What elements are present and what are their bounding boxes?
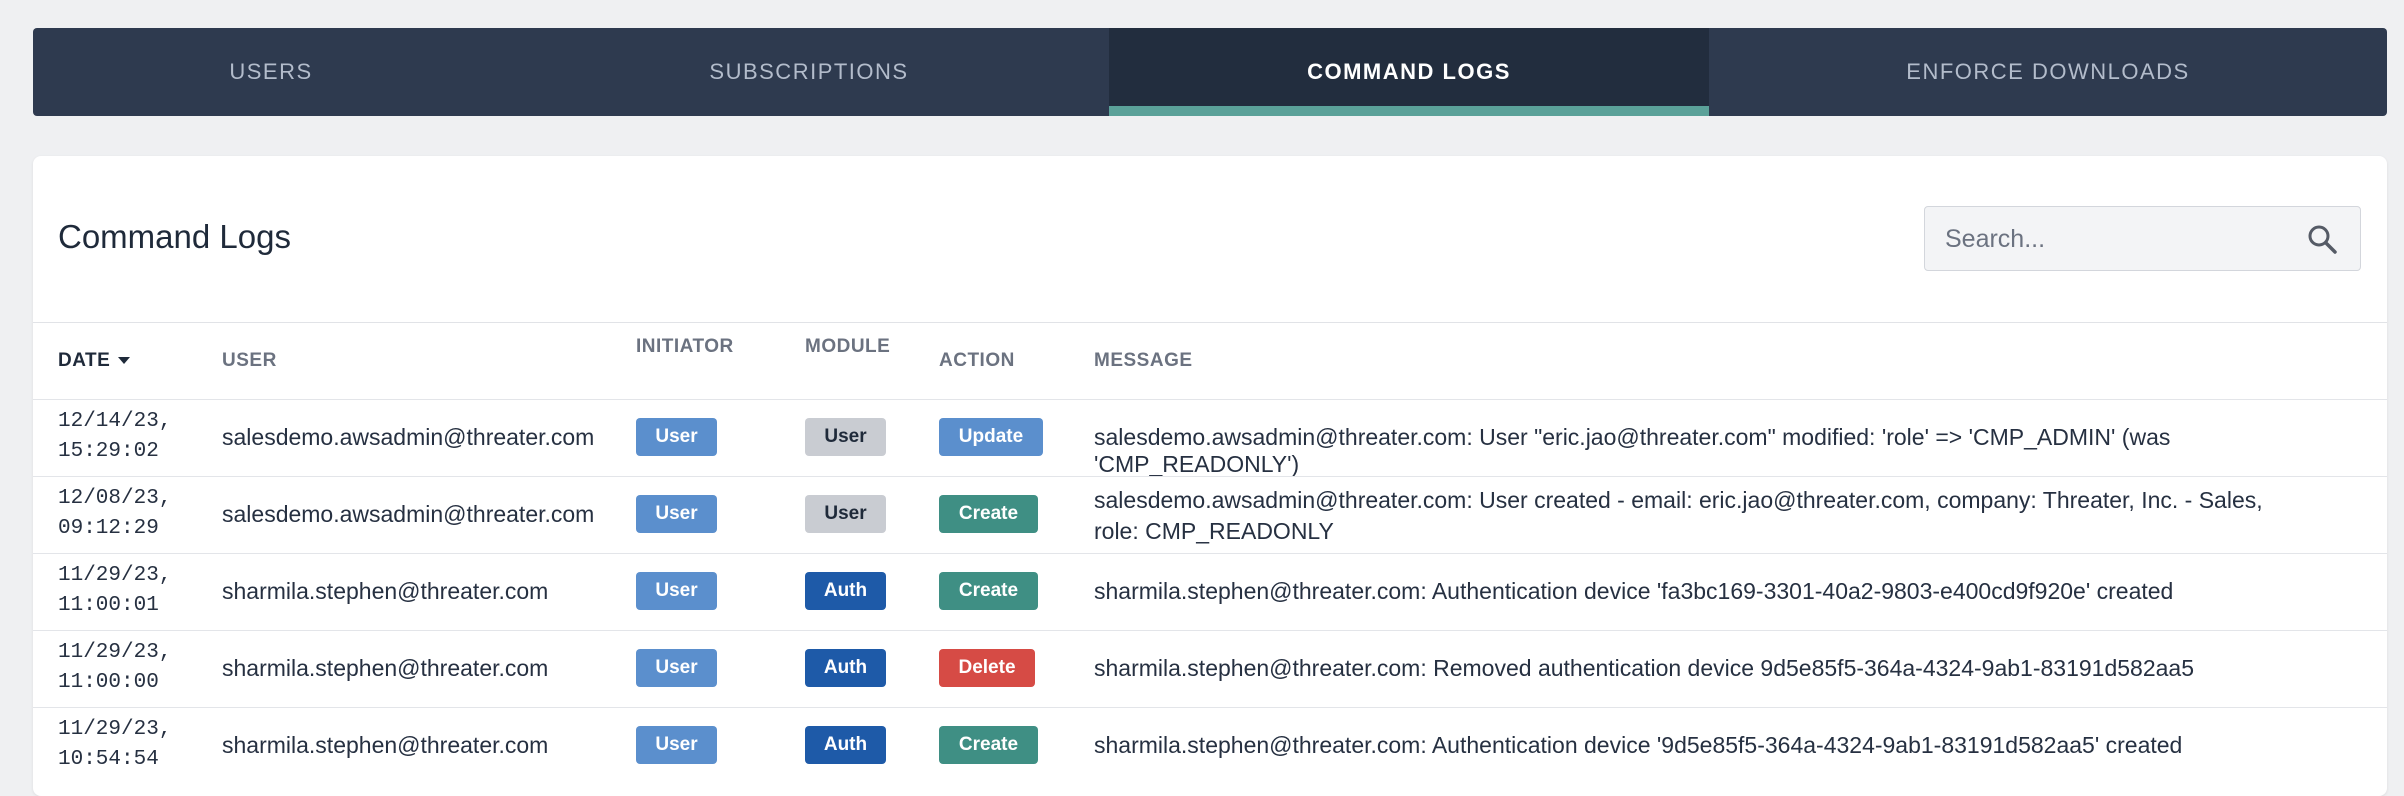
- caret-down-icon: [118, 357, 131, 365]
- column-header-module[interactable]: MODULE: [805, 336, 890, 358]
- action-badge: Create: [939, 726, 1038, 764]
- module-badge: User: [805, 495, 886, 533]
- column-header-action[interactable]: ACTION: [939, 350, 1015, 372]
- action-badge: Create: [939, 495, 1038, 533]
- row-message: sharmila.stephen@threater.com: Removed a…: [1094, 655, 2194, 681]
- row-user: sharmila.stephen@threater.com: [222, 578, 549, 604]
- row-message: sharmila.stephen@threater.com: Authentic…: [1094, 732, 2183, 758]
- search-input[interactable]: [1943, 207, 2287, 272]
- module-badge: User: [805, 418, 886, 456]
- initiator-badge: User: [636, 726, 717, 764]
- page-title: Command Logs: [58, 218, 291, 255]
- row-date: 12/08/23, 09:12:29: [58, 487, 172, 540]
- table-row[interactable]: 11/29/23, 10:54:54 sharmila.stephen@thre…: [33, 707, 2387, 784]
- row-user: salesdemo.awsadmin@threater.com: [222, 501, 595, 527]
- column-header-user[interactable]: USER: [222, 350, 277, 372]
- row-date: 11/29/23, 10:54:54: [58, 718, 172, 771]
- module-badge: Auth: [805, 726, 886, 764]
- column-header-message[interactable]: MESSAGE: [1094, 350, 1193, 372]
- row-user: salesdemo.awsadmin@threater.com: [222, 424, 595, 450]
- action-badge: Update: [939, 418, 1043, 456]
- search-icon[interactable]: [2306, 223, 2338, 255]
- module-badge: Auth: [805, 649, 886, 687]
- row-user: sharmila.stephen@threater.com: [222, 732, 549, 758]
- initiator-badge: User: [636, 495, 717, 533]
- search-box: [1924, 206, 2361, 272]
- tab-command-logs[interactable]: COMMAND LOGS: [1109, 28, 1709, 116]
- row-message: salesdemo.awsadmin@threater.com: User "e…: [1094, 424, 2171, 477]
- row-date: 11/29/23, 11:00:00: [58, 641, 172, 694]
- header-divider: [33, 322, 2387, 323]
- action-badge: Delete: [939, 649, 1035, 687]
- row-message: sharmila.stephen@threater.com: Authentic…: [1094, 578, 2174, 604]
- module-badge: Auth: [805, 572, 886, 610]
- row-date: 12/14/23, 15:29:02: [58, 410, 172, 463]
- action-badge: Create: [939, 572, 1038, 610]
- table-row[interactable]: 11/29/23, 11:00:00 sharmila.stephen@thre…: [33, 630, 2387, 707]
- row-message: salesdemo.awsadmin@threater.com: User cr…: [1094, 487, 2263, 544]
- row-date: 11/29/23, 11:00:01: [58, 564, 172, 617]
- initiator-badge: User: [636, 418, 717, 456]
- initiator-badge: User: [636, 649, 717, 687]
- table-row[interactable]: 12/14/23, 15:29:02 salesdemo.awsadmin@th…: [33, 399, 2387, 477]
- initiator-badge: User: [636, 572, 717, 610]
- tab-users[interactable]: USERS: [33, 28, 509, 116]
- tab-subscriptions[interactable]: SUBSCRIPTIONS: [509, 28, 1109, 116]
- column-header-initiator[interactable]: INITIATOR: [636, 336, 734, 358]
- tab-enforce-downloads[interactable]: ENFORCE DOWNLOADS: [1709, 28, 2387, 116]
- command-logs-card: Command Logs DATE USER INITIATOR MODULE …: [33, 156, 2387, 796]
- column-header-date[interactable]: DATE: [58, 350, 131, 372]
- table-row[interactable]: 11/29/23, 11:00:01 sharmila.stephen@thre…: [33, 553, 2387, 630]
- tab-bar: USERS SUBSCRIPTIONS COMMAND LOGS ENFORCE…: [33, 28, 2387, 116]
- row-user: sharmila.stephen@threater.com: [222, 655, 549, 681]
- table-row[interactable]: 12/08/23, 09:12:29 salesdemo.awsadmin@th…: [33, 476, 2387, 553]
